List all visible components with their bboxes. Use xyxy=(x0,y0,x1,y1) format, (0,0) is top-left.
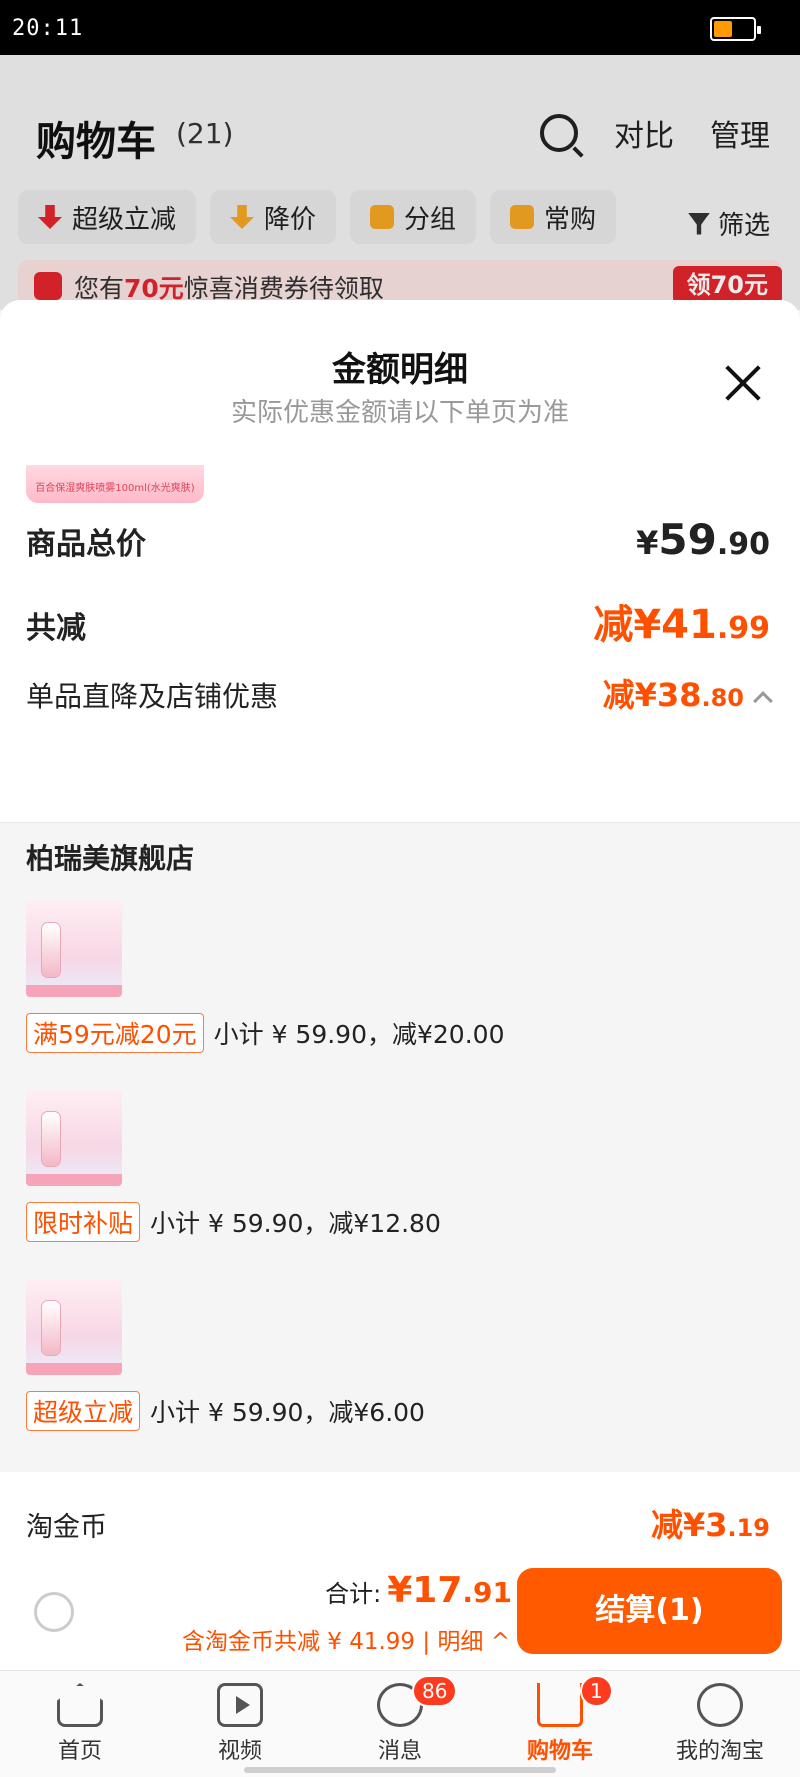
discount-row[interactable]: 单品直降及店铺优惠 减¥38.80 xyxy=(26,670,773,716)
tab-my-taobao[interactable]: 我的淘宝 xyxy=(640,1671,800,1777)
item-subtotal: 小计 ¥ 59.90，减¥12.80 xyxy=(150,1209,441,1238)
list-item: 超级立减 小计 ¥ 59.90，减¥6.00 xyxy=(26,1279,425,1431)
promo-tag: 超级立减 xyxy=(26,1391,141,1431)
sheet-title: 金额明细 xyxy=(332,350,468,390)
select-all-radio[interactable] xyxy=(34,1592,74,1632)
sheet-subtitle: 实际优惠金额请以下单页为准 xyxy=(230,398,569,428)
total-price-row: 商品总价 ¥59.90 xyxy=(26,515,770,564)
total-price-value: ¥59.90 xyxy=(636,515,770,564)
tab-messages[interactable]: 86 消息 xyxy=(320,1671,480,1777)
total-reduction-value: 减¥41.99 xyxy=(593,602,770,648)
shop-name: 柏瑞美旗舰店 xyxy=(26,842,195,875)
checkout-total: 合计: ¥17.91 xyxy=(325,1570,512,1611)
tab-label: 消息 xyxy=(377,1739,422,1764)
product-image xyxy=(26,1090,122,1186)
tab-home[interactable]: 首页 xyxy=(0,1671,160,1777)
tab-video[interactable]: 视频 xyxy=(160,1671,320,1777)
video-icon xyxy=(217,1683,263,1727)
profile-icon xyxy=(697,1683,743,1727)
home-icon xyxy=(57,1683,103,1727)
checkout-button[interactable]: 结算(1) xyxy=(517,1568,782,1654)
cart-badge: 1 xyxy=(580,1675,613,1707)
discount-label: 单品直降及店铺优惠 xyxy=(26,680,279,713)
battery-icon xyxy=(710,17,761,41)
chevron-up-icon[interactable] xyxy=(753,691,773,711)
tab-label: 我的淘宝 xyxy=(675,1739,764,1764)
list-item: 满59元减20元 小计 ¥ 59.90，减¥20.00 xyxy=(26,901,504,1053)
promo-tag: 满59元减20元 xyxy=(26,1013,204,1053)
tab-label: 首页 xyxy=(57,1739,102,1764)
tab-cart[interactable]: 1 购物车 xyxy=(480,1671,640,1777)
total-label: 合计: xyxy=(325,1580,382,1608)
coins-value: 减¥3.19 xyxy=(650,1506,770,1544)
product-thumbnail: 百合保湿爽肤喷雾100ml(水光爽肤) xyxy=(26,465,204,503)
discount-value: 减¥38.80 xyxy=(603,670,773,716)
status-bar: 20:11 xyxy=(0,0,800,55)
tab-label: 视频 xyxy=(217,1739,262,1764)
checkout-bar: 合计: ¥17.91 含淘金币共减 ¥ 41.99 | 明细 ^ 结算(1) xyxy=(0,1560,800,1670)
total-reduction-label: 共减 xyxy=(26,611,86,646)
item-subtotal: 小计 ¥ 59.90，减¥20.00 xyxy=(213,1020,505,1049)
coins-label: 淘金币 xyxy=(26,1512,107,1543)
promo-tag: 限时补贴 xyxy=(26,1202,141,1242)
cart-icon xyxy=(537,1683,583,1727)
message-badge: 86 xyxy=(412,1675,458,1707)
saving-summary[interactable]: 含淘金币共减 ¥ 41.99 | 明细 ^ xyxy=(182,1622,510,1656)
status-time: 20:11 xyxy=(12,16,84,41)
total-amount: ¥17.91 xyxy=(387,1570,512,1611)
coins-row: 淘金币 减¥3.19 xyxy=(26,1500,770,1546)
total-price-label: 商品总价 xyxy=(26,527,146,562)
item-subtotal: 小计 ¥ 59.90，减¥6.00 xyxy=(150,1398,425,1427)
close-icon[interactable] xyxy=(724,364,762,402)
overlay-dim[interactable] xyxy=(0,55,800,310)
tab-label: 购物车 xyxy=(526,1739,593,1764)
product-image xyxy=(26,1279,122,1375)
list-item: 限时补贴 小计 ¥ 59.90，减¥12.80 xyxy=(26,1090,441,1242)
total-reduction-row: 共减 减¥41.99 xyxy=(26,592,770,650)
amount-details-sheet: 金额明细 实际优惠金额请以下单页为准 百合保湿爽肤喷雾100ml(水光爽肤) 商… xyxy=(0,300,800,1670)
product-image xyxy=(26,901,122,997)
home-indicator xyxy=(244,1767,556,1773)
bottom-tab-bar: 首页 视频 86 消息 1 购物车 我的淘宝 xyxy=(0,1670,800,1777)
discount-details: 柏瑞美旗舰店 满59元减20元 小计 ¥ 59.90，减¥20.00 限时补贴 … xyxy=(0,822,800,1472)
